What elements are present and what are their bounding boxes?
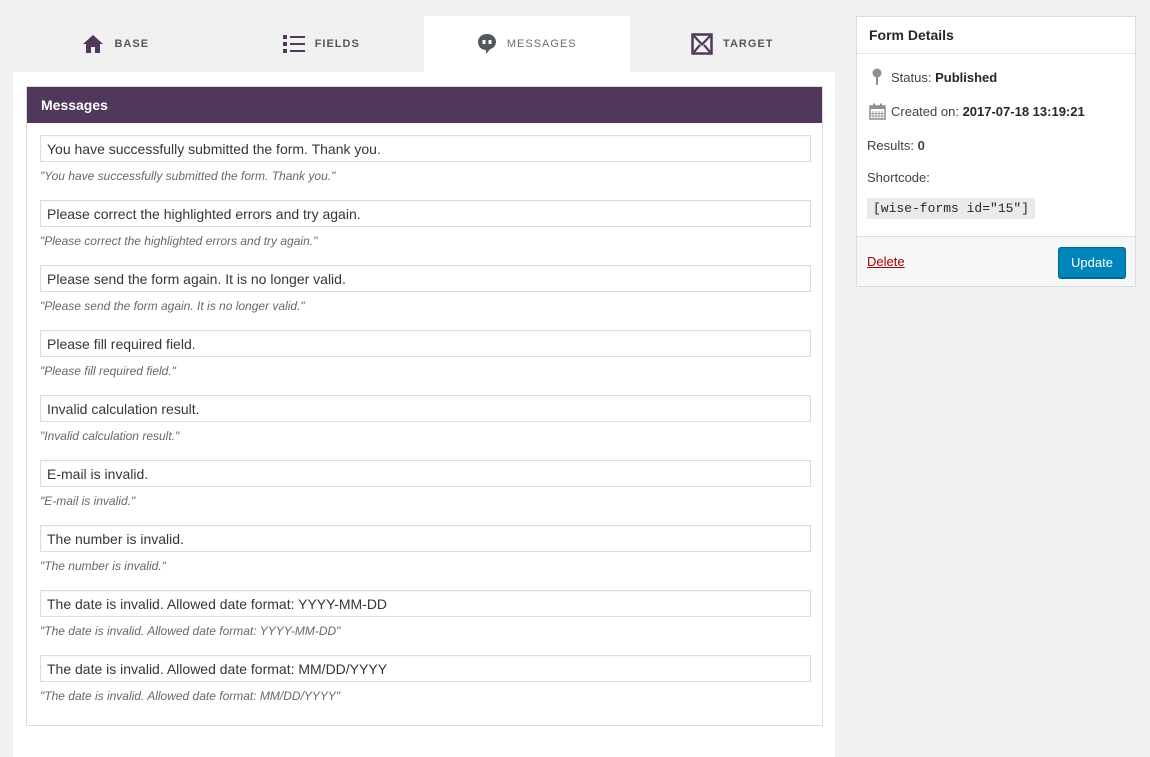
- chat-bubble-icon: [477, 33, 497, 55]
- results-label: Results:: [867, 137, 914, 153]
- status-row: Status: Published: [867, 66, 1125, 88]
- message-default-hint: "The number is invalid.": [40, 559, 166, 573]
- shortcode-row: Shortcode:: [867, 166, 1125, 188]
- list-icon: [282, 34, 305, 54]
- tab-target[interactable]: TARGET: [630, 16, 836, 72]
- messages-title: Messages: [27, 87, 822, 123]
- messages-list: "You have successfully submitted the for…: [27, 123, 822, 720]
- message-default-hint: "Invalid calculation result.": [40, 429, 180, 443]
- list-item: "Please send the form again. It is no lo…: [40, 265, 822, 330]
- message-input-calculation[interactable]: [40, 395, 811, 422]
- tab-base-label: BASE: [114, 38, 150, 50]
- created-row: Created on: 2017-07-18 13:19:21: [867, 100, 1125, 122]
- message-default-hint: "The date is invalid. Allowed date forma…: [40, 689, 341, 703]
- form-details-footer: Delete Update: [857, 236, 1135, 286]
- message-default-hint: "The date is invalid. Allowed date forma…: [40, 624, 341, 638]
- message-default-hint: "Please send the form again. It is no lo…: [40, 299, 305, 313]
- list-item: "Please fill required field.": [40, 330, 822, 395]
- message-default-hint: "Please fill required field.": [40, 364, 176, 378]
- message-default-hint: "Please correct the highlighted errors a…: [40, 234, 318, 248]
- main-panel: Messages "You have successfully submitte…: [13, 72, 835, 757]
- results-value: 0: [917, 137, 925, 153]
- shortcode-value[interactable]: [wise-forms id="15"]: [867, 198, 1036, 219]
- shortcode-label: Shortcode:: [867, 169, 930, 185]
- tab-fields-label: FIELDS: [314, 38, 360, 50]
- message-input-expired[interactable]: [40, 265, 811, 292]
- message-default-hint: "You have successfully submitted the for…: [40, 169, 336, 183]
- tab-target-label: TARGET: [723, 38, 774, 50]
- message-input-number[interactable]: [40, 525, 811, 552]
- list-item: "E-mail is invalid.": [40, 460, 822, 525]
- list-item: "The date is invalid. Allowed date forma…: [40, 590, 822, 655]
- message-input-date-us[interactable]: [40, 655, 811, 682]
- home-icon: [82, 34, 104, 54]
- message-default-hint: "E-mail is invalid.": [40, 494, 136, 508]
- tab-messages[interactable]: MESSAGES: [424, 16, 630, 72]
- message-input-errors[interactable]: [40, 200, 811, 227]
- tab-messages-label: MESSAGES: [506, 38, 577, 50]
- list-item: "Invalid calculation result.": [40, 395, 822, 460]
- messages-box: Messages "You have successfully submitte…: [26, 86, 823, 726]
- status-value: Published: [935, 69, 998, 85]
- list-item: "You have successfully submitted the for…: [40, 135, 822, 200]
- status-label: Status:: [891, 69, 932, 85]
- message-input-required[interactable]: [40, 330, 811, 357]
- form-details-title: Form Details: [857, 17, 1135, 54]
- tab-fields[interactable]: FIELDS: [219, 16, 425, 72]
- tab-bar: BASE FIELDS MESSAGES TARGET: [13, 16, 835, 72]
- shortcode-wrap: [wise-forms id="15"]: [867, 198, 1125, 219]
- form-details-body: Status: Published Created on: 2017-07-18…: [857, 54, 1135, 219]
- created-value: 2017-07-18 13:19:21: [962, 103, 1085, 119]
- envelope-icon: [691, 33, 713, 55]
- update-button[interactable]: Update: [1058, 247, 1126, 278]
- message-input-date-iso[interactable]: [40, 590, 811, 617]
- message-input-email[interactable]: [40, 460, 811, 487]
- list-item: "The date is invalid. Allowed date forma…: [40, 655, 822, 720]
- form-details-box: Form Details Status: Published Created o…: [856, 16, 1136, 287]
- created-label: Created on:: [891, 103, 959, 119]
- list-item: "The number is invalid.": [40, 525, 822, 590]
- results-row: Results: 0: [867, 134, 1125, 156]
- tab-base[interactable]: BASE: [13, 16, 219, 72]
- message-input-success[interactable]: [40, 135, 811, 162]
- list-item: "Please correct the highlighted errors a…: [40, 200, 822, 265]
- pin-icon: [867, 68, 887, 86]
- calendar-icon: [867, 103, 887, 120]
- delete-link[interactable]: Delete: [867, 254, 905, 269]
